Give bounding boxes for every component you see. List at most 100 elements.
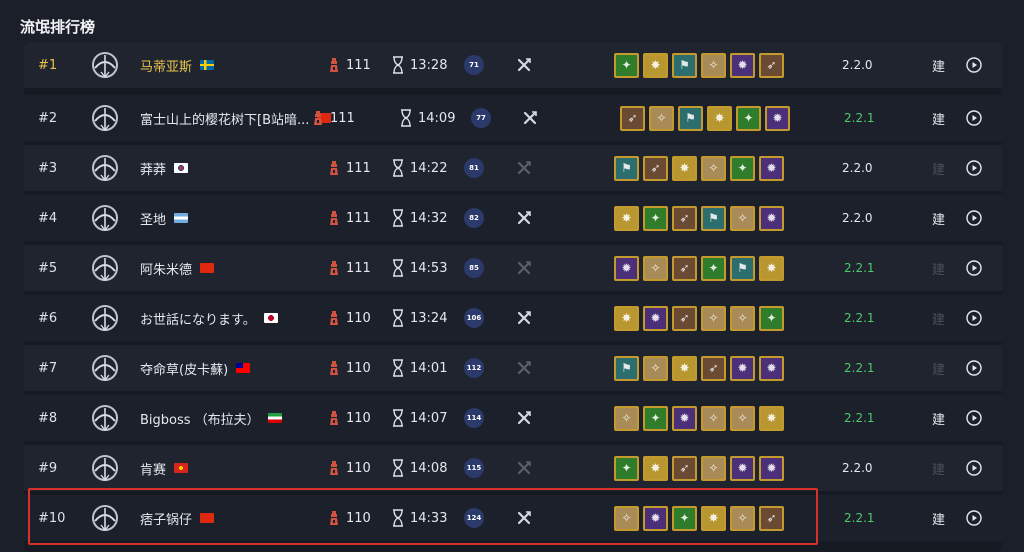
skill-icon[interactable]: ⚑ xyxy=(730,255,755,281)
skill-icon[interactable]: ✹ xyxy=(643,505,668,531)
skill-icon[interactable]: ✧ xyxy=(730,305,755,331)
skill-icon[interactable]: ⚑ xyxy=(614,355,639,381)
build-button[interactable]: 建 xyxy=(932,195,945,241)
play-video-icon[interactable] xyxy=(966,295,982,341)
skill-icon[interactable]: ✸ xyxy=(614,205,639,231)
skill-icon[interactable]: ✸ xyxy=(759,405,784,431)
leaderboard-row[interactable]: #2 富士山上的樱花树下[B站暗... 111 14:09 77 ➶ ✧ ⚑ ✸ ✦ ✹ 2.2.1 建 xyxy=(24,95,1002,141)
skill-icon[interactable]: ✦ xyxy=(736,105,761,131)
player-name[interactable]: 痞子锅仔 xyxy=(140,509,192,528)
skill-icon[interactable]: ✦ xyxy=(614,52,639,78)
skill-icon[interactable]: ✹ xyxy=(730,455,755,481)
build-button[interactable]: 建 xyxy=(932,295,945,341)
skill-icon[interactable]: ⚑ xyxy=(701,205,726,231)
skill-icon[interactable]: ✸ xyxy=(707,105,732,131)
skill-icon[interactable]: ➶ xyxy=(701,355,726,381)
skill-icon[interactable]: ⚑ xyxy=(614,155,639,181)
skill-icon[interactable]: ✦ xyxy=(701,255,726,281)
player-name[interactable]: 阿朱米德 xyxy=(140,259,192,278)
player-name[interactable]: 富士山上的樱花树下[B站暗... xyxy=(140,109,309,128)
leaderboard-row[interactable]: #4 圣地 111 14:32 82 ✸ ✦ ➶ ⚑ ✧ ✹ 2.2.0 建 xyxy=(24,195,1002,241)
skill-icon[interactable]: ✸ xyxy=(672,355,697,381)
skill-icon[interactable]: ✦ xyxy=(643,405,668,431)
skill-icon[interactable]: ✹ xyxy=(759,455,784,481)
skill-icon[interactable]: ✧ xyxy=(701,455,726,481)
play-video-icon[interactable] xyxy=(966,245,982,291)
play-video-icon[interactable] xyxy=(966,95,982,141)
skill-icon[interactable]: ⚑ xyxy=(678,105,703,131)
skill-icon[interactable]: ✦ xyxy=(614,455,639,481)
build-button[interactable]: 建 xyxy=(932,345,945,391)
play-video-icon[interactable] xyxy=(966,42,982,88)
skill-icon[interactable]: ✧ xyxy=(701,155,726,181)
leaderboard-row[interactable]: #7 夺命草(皮卡蘇) 110 14:01 112 ⚑ ✧ ✸ ➶ ✹ ✹ 2.2.1 建 xyxy=(24,345,1002,391)
skill-icon[interactable]: ✦ xyxy=(730,155,755,181)
leaderboard-row[interactable]: #6 お世話になります。 110 13:24 106 ✸ ✹ ➶ ✧ ✧ ✦ 2.2.1 建 xyxy=(24,295,1002,341)
skill-icon[interactable]: ✧ xyxy=(730,505,755,531)
skill-icon[interactable]: ➶ xyxy=(759,52,784,78)
skill-icon[interactable]: ✹ xyxy=(643,305,668,331)
skill-icon[interactable]: ✹ xyxy=(730,52,755,78)
build-button[interactable]: 建 xyxy=(932,245,945,291)
leaderboard-row[interactable]: #5 阿朱米德 111 14:53 85 ✹ ✧ ➶ ✦ ⚑ ✸ 2.2.1 建 xyxy=(24,245,1002,291)
player-name[interactable]: 夺命草(皮卡蘇) xyxy=(140,359,228,378)
build-button[interactable]: 建 xyxy=(932,145,945,191)
skill-icon[interactable]: ✸ xyxy=(672,155,697,181)
skill-icon[interactable]: ✹ xyxy=(759,355,784,381)
leaderboard-row[interactable]: #8 Bigboss （布拉夫） 110 14:07 114 ✧ ✦ ✹ ✧ ✧ ✸ 2.2.1 建 xyxy=(24,395,1002,441)
build-button[interactable]: 建 xyxy=(932,42,945,88)
build-button[interactable]: 建 xyxy=(932,495,945,541)
skill-icon[interactable]: ✸ xyxy=(643,52,668,78)
player-name[interactable]: 肯赛 xyxy=(140,459,166,478)
build-button[interactable]: 建 xyxy=(932,95,945,141)
player-name[interactable]: 马蒂亚斯 xyxy=(140,56,192,75)
skill-icon[interactable]: ✧ xyxy=(701,405,726,431)
skill-icon[interactable]: ✹ xyxy=(759,155,784,181)
skill-icon[interactable]: ✦ xyxy=(759,305,784,331)
leaderboard-row[interactable]: #10 痞子锅仔 110 14:33 124 ✧ ✹ ✦ ✸ ✧ ➶ 2.2.1 建 xyxy=(24,495,1002,541)
skill-icon[interactable]: ✹ xyxy=(759,205,784,231)
skill-icon[interactable]: ✧ xyxy=(701,52,726,78)
skill-icon[interactable]: ➶ xyxy=(672,455,697,481)
leaderboard-row[interactable]: #3 莽莽 111 14:22 81 ⚑ ➶ ✸ ✧ ✦ ✹ 2.2.0 建 xyxy=(24,145,1002,191)
skill-icon[interactable]: ✧ xyxy=(701,305,726,331)
skill-icon[interactable]: ✸ xyxy=(614,305,639,331)
skill-icon[interactable]: ✧ xyxy=(649,105,674,131)
skill-icon[interactable]: ✸ xyxy=(759,255,784,281)
skill-icon[interactable]: ✹ xyxy=(730,355,755,381)
player-name[interactable]: お世話になります。 xyxy=(140,309,256,328)
skill-icon[interactable]: ➶ xyxy=(672,255,697,281)
play-video-icon[interactable] xyxy=(966,495,982,541)
skill-icon[interactable]: ➶ xyxy=(620,105,645,131)
leaderboard-row[interactable]: #1 马蒂亚斯 111 13:28 71 ✦ ✸ ⚑ ✧ ✹ ➶ 2.2.0 建 xyxy=(24,42,1002,88)
player-name[interactable]: 圣地 xyxy=(140,209,166,228)
skill-icon[interactable]: ✹ xyxy=(614,255,639,281)
build-button[interactable]: 建 xyxy=(932,445,945,491)
skill-icon[interactable]: ✹ xyxy=(765,105,790,131)
skill-icon[interactable]: ✹ xyxy=(672,405,697,431)
skill-icon[interactable]: ➶ xyxy=(643,155,668,181)
skill-icon[interactable]: ✦ xyxy=(672,505,697,531)
leaderboard-row[interactable]: #9 肯赛 110 14:08 115 ✦ ✸ ➶ ✧ ✹ ✹ 2.2.0 建 xyxy=(24,445,1002,491)
skill-icon[interactable]: ✧ xyxy=(643,255,668,281)
skill-icon[interactable]: ✧ xyxy=(614,405,639,431)
skill-icon[interactable]: ✧ xyxy=(730,205,755,231)
skill-icon[interactable]: ✧ xyxy=(614,505,639,531)
skill-icon[interactable]: ✧ xyxy=(730,405,755,431)
skill-icon[interactable]: ✸ xyxy=(643,455,668,481)
play-video-icon[interactable] xyxy=(966,345,982,391)
skill-icon[interactable]: ✦ xyxy=(643,205,668,231)
play-video-icon[interactable] xyxy=(966,195,982,241)
player-name[interactable]: Bigboss （布拉夫） xyxy=(140,409,260,428)
play-video-icon[interactable] xyxy=(966,145,982,191)
skill-icon[interactable]: ➶ xyxy=(672,305,697,331)
skill-icon[interactable]: ✸ xyxy=(701,505,726,531)
player-name[interactable]: 莽莽 xyxy=(140,159,166,178)
skill-icon[interactable]: ➶ xyxy=(672,205,697,231)
skill-icon[interactable]: ➶ xyxy=(759,505,784,531)
play-video-icon[interactable] xyxy=(966,445,982,491)
build-button[interactable]: 建 xyxy=(932,395,945,441)
skill-icon[interactable]: ✧ xyxy=(643,355,668,381)
play-video-icon[interactable] xyxy=(966,395,982,441)
skill-icon[interactable]: ⚑ xyxy=(672,52,697,78)
